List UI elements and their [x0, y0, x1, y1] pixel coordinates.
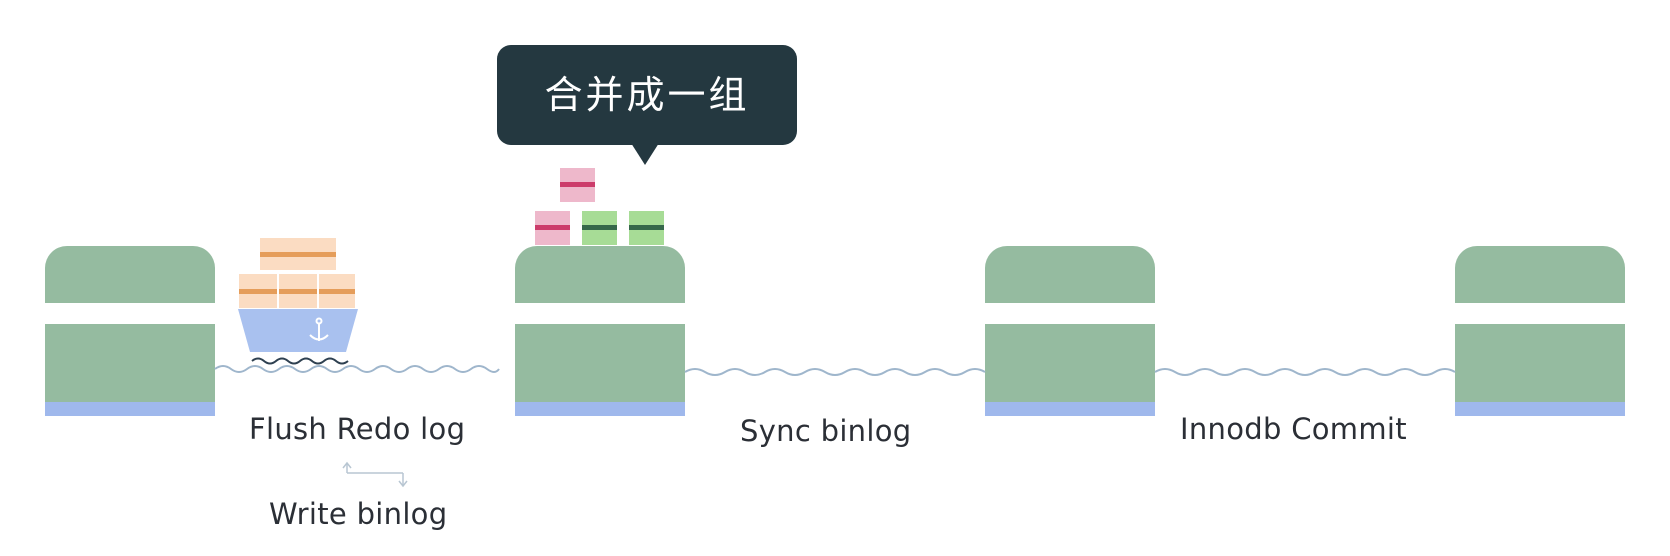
callout-tail [631, 143, 659, 165]
wave-line [214, 365, 500, 373]
label-sync-binlog: Sync binlog [740, 414, 912, 448]
label-flush-redo-log: Flush Redo log [249, 412, 466, 446]
diagram-canvas: 合并成一组 Flush Redo log Write binlog Sync b… [0, 0, 1670, 556]
label-write-binlog: Write binlog [269, 497, 448, 531]
container-stack-icon [535, 168, 664, 245]
arrow-swap-icon [342, 461, 408, 488]
wave-line [1154, 368, 1456, 376]
wave-line [684, 368, 986, 376]
scene-graphics [214, 168, 1456, 488]
ship-icon [238, 238, 358, 365]
group-callout-bubble: 合并成一组 [497, 45, 797, 145]
callout-text: 合并成一组 [544, 73, 750, 117]
label-innodb-commit: Innodb Commit [1180, 412, 1407, 446]
